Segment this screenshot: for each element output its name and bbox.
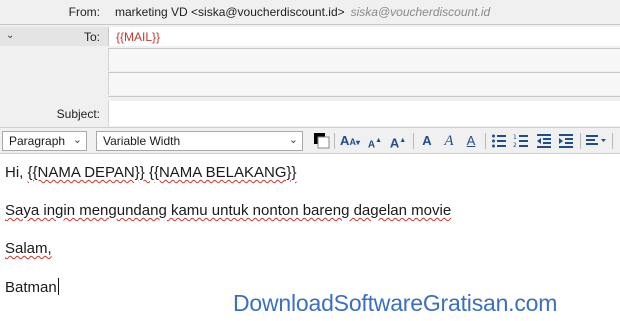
paragraph-select-value: Paragraph xyxy=(9,134,66,148)
decrease-indent-icon[interactable] xyxy=(535,131,553,151)
divider xyxy=(485,133,486,149)
closing-line: Salam, xyxy=(5,240,52,257)
bulleted-list-icon[interactable] xyxy=(490,131,508,151)
divider xyxy=(612,133,613,149)
larger-font-icon-2[interactable]: A▲ xyxy=(388,131,408,151)
svg-text:2: 2 xyxy=(513,142,517,149)
invitation-text: Saya ingin mengundang kamu untuk nonton … xyxy=(5,202,452,219)
divider xyxy=(580,133,581,149)
font-select-value: Variable Width xyxy=(103,134,181,148)
format-toolbar: Paragraph ⌄ Variable Width ⌄ AA▾ A▲ A▲ A… xyxy=(0,127,620,154)
closing-text: Salam, xyxy=(5,240,52,257)
divider xyxy=(108,72,620,73)
invitation-line: Saya ingin mengundang kamu untuk nonton … xyxy=(5,202,451,219)
numbered-list-icon[interactable]: 12 xyxy=(512,131,530,151)
from-label: From: xyxy=(68,5,100,19)
recipient-field-3[interactable] xyxy=(108,73,620,95)
divider xyxy=(108,48,620,49)
to-label: To: xyxy=(83,30,100,44)
to-field[interactable]: {{MAIL}} xyxy=(108,27,620,46)
compose-header: From: marketing VD <siska@voucherdiscoun… xyxy=(0,0,620,127)
to-value: {{MAIL}} xyxy=(116,30,161,44)
subject-label: Subject: xyxy=(56,107,100,121)
divider xyxy=(413,133,414,149)
text-cursor xyxy=(57,278,59,295)
font-select[interactable]: Variable Width ⌄ xyxy=(96,131,303,151)
smaller-font-icon[interactable]: AA▾ xyxy=(338,131,362,151)
watermark: DownloadSoftwareGratisan.com xyxy=(233,290,558,316)
divider xyxy=(334,133,335,149)
greeting-text: Hi, xyxy=(5,164,28,181)
from-identity: siska@voucherdiscount.id xyxy=(350,5,491,19)
text-color-icon[interactable] xyxy=(311,131,331,151)
align-icon[interactable] xyxy=(584,131,608,151)
from-address: marketing VD <siska@voucherdiscount.id> xyxy=(115,5,345,19)
larger-font-icon[interactable]: A▲ xyxy=(366,131,384,151)
increase-indent-icon[interactable] xyxy=(557,131,575,151)
subject-input[interactable] xyxy=(108,101,620,126)
greeting-line: Hi, {{NAMA DEPAN}} {{NAMA BELAKANG}} xyxy=(5,164,297,181)
paragraph-select[interactable]: Paragraph ⌄ xyxy=(2,131,87,151)
underline-icon[interactable]: A xyxy=(462,131,480,151)
italic-icon[interactable]: A xyxy=(440,131,458,151)
recipient-field-2[interactable] xyxy=(108,49,620,71)
chevron-down-icon: ⌄ xyxy=(72,134,82,146)
divider xyxy=(0,24,620,25)
from-select[interactable]: marketing VD <siska@voucherdiscount.id> s… xyxy=(115,5,490,19)
signature-text: Batman xyxy=(5,279,57,296)
chevron-down-icon: ⌄ xyxy=(288,134,298,146)
svg-text:1: 1 xyxy=(513,134,517,141)
signature-line: Batman xyxy=(5,278,59,296)
name-placeholder: {{NAMA DEPAN}} {{NAMA BELAKANG}} xyxy=(27,164,297,181)
bold-icon[interactable]: A xyxy=(418,131,436,151)
divider xyxy=(108,96,620,97)
